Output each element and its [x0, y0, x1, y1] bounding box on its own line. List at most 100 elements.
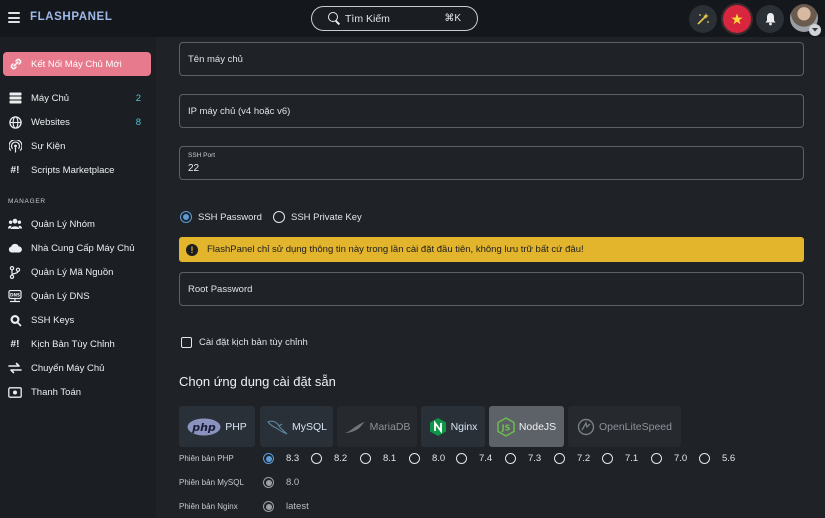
magic-wand-button[interactable]: [689, 5, 717, 33]
radio-selected[interactable]: [263, 501, 274, 512]
warning-alert: ! FlashPanel chỉ sử dụng thông tin này t…: [179, 237, 804, 262]
mariadb-seal-logo: [344, 419, 366, 435]
radio-unselected[interactable]: [699, 453, 710, 464]
magic-wand-icon: [697, 13, 709, 25]
sidebar-item-billing[interactable]: Thanh Toán: [0, 382, 156, 402]
radio-selected[interactable]: [263, 453, 274, 464]
sidebar-item-servers[interactable]: Máy Chủ 2: [0, 88, 156, 108]
app-openlitespeed-button[interactable]: OpenLiteSpeed: [568, 406, 681, 447]
sidebar-item-providers[interactable]: Nhà Cung Cấp Máy Chủ: [0, 238, 156, 258]
php-version-option[interactable]: 8.3: [263, 453, 299, 464]
app-mysql-button[interactable]: MySQL: [260, 406, 333, 447]
language-button[interactable]: [723, 5, 751, 33]
sidebar-item-websites[interactable]: Websites 8: [0, 112, 156, 132]
version-value: 7.4: [479, 453, 493, 464]
php-version-option[interactable]: 8.1: [360, 453, 396, 464]
version-value: 7.1: [625, 453, 639, 464]
php-version-option[interactable]: 7.4: [456, 453, 492, 464]
git-branch-icon: [8, 265, 22, 279]
dns-icon: DNS: [8, 289, 22, 303]
menu-icon[interactable]: [8, 12, 20, 23]
radio-selected[interactable]: [180, 211, 192, 223]
main-content: Tên máy chủ IP máy chủ (v4 hoặc v6) SSH …: [156, 37, 825, 518]
app-php-button[interactable]: php PHP: [179, 406, 255, 447]
version-value: 7.2: [577, 453, 591, 464]
vietnam-flag-icon: [731, 13, 743, 25]
apps-section-title: Chọn ứng dụng cài đặt sẵn: [179, 374, 336, 389]
link-icon: [9, 57, 23, 71]
svg-text:JS: JS: [500, 423, 510, 432]
openlitespeed-logo: [577, 418, 595, 436]
mysql-dolphin-logo: [266, 418, 288, 436]
ssh-password-option[interactable]: SSH Password: [180, 211, 262, 223]
radio-unselected[interactable]: [456, 453, 467, 464]
ssh-private-key-option[interactable]: SSH Private Key: [273, 211, 362, 223]
sidebar-item-custom-scripts[interactable]: #! Kịch Bản Tùy Chỉnh: [0, 334, 156, 354]
transfer-icon: [8, 361, 22, 375]
custom-install-label: Cài đặt kịch bản tùy chỉnh: [199, 337, 308, 348]
php-version-option[interactable]: 7.2: [554, 453, 590, 464]
notifications-button[interactable]: [756, 5, 784, 33]
php-version-option[interactable]: 7.3: [505, 453, 541, 464]
sidebar-item-label: Quản Lý Mã Nguồn: [31, 266, 114, 278]
php-version-option[interactable]: 8.2: [311, 453, 347, 464]
radio-selected[interactable]: [263, 477, 274, 488]
radio-unselected[interactable]: [554, 453, 565, 464]
custom-install-option[interactable]: Cài đặt kịch bản tùy chỉnh: [181, 337, 308, 348]
version-value: 8.3: [286, 453, 300, 464]
search-shortcut: ⌘K: [444, 13, 461, 24]
ssh-port-field[interactable]: SSH Port 22: [179, 146, 804, 180]
custom-install-checkbox[interactable]: [181, 337, 192, 348]
root-password-field[interactable]: Root Password: [179, 272, 804, 306]
radio-unselected[interactable]: [273, 211, 285, 223]
sidebar-item-label: Chuyển Máy Chủ: [31, 362, 105, 374]
version-value: 7.3: [528, 453, 542, 464]
bell-icon: [765, 13, 775, 26]
chevron-down-icon[interactable]: [809, 24, 821, 36]
radio-unselected[interactable]: [360, 453, 371, 464]
manager-section-label: MANAGER: [8, 198, 46, 205]
svg-text:DNS: DNS: [10, 292, 20, 297]
billing-icon: [8, 385, 22, 399]
version-value: 8.1: [383, 453, 397, 464]
radio-unselected[interactable]: [651, 453, 662, 464]
ssh-password-label: SSH Password: [198, 211, 262, 223]
sidebar-item-label: Quản Lý DNS: [31, 290, 90, 302]
app-label: OpenLiteSpeed: [599, 420, 672, 433]
radio-unselected[interactable]: [505, 453, 516, 464]
app-mariadb-button[interactable]: MariaDB: [337, 406, 417, 447]
sidebar-item-source-control[interactable]: Quản Lý Mã Nguồn: [0, 262, 156, 282]
brand-logo[interactable]: FLASHPANEL: [30, 11, 112, 23]
sidebar-item-team[interactable]: Quản Lý Nhóm: [0, 214, 156, 234]
radio-unselected[interactable]: [602, 453, 613, 464]
php-version-option[interactable]: 8.0: [409, 453, 445, 464]
radio-unselected[interactable]: [311, 453, 322, 464]
search-input[interactable]: Tìm Kiếm ⌘K: [311, 6, 478, 31]
server-ip-field[interactable]: IP máy chủ (v4 hoặc v6): [179, 94, 804, 128]
warning-text: FlashPanel chỉ sử dụng thông tin này tro…: [207, 244, 584, 255]
sidebar-item-label: Nhà Cung Cấp Máy Chủ: [31, 242, 135, 254]
app-nodejs-button[interactable]: JS NodeJS: [489, 406, 564, 447]
website-count-badge: 8: [135, 116, 141, 128]
app-nginx-button[interactable]: Nginx: [421, 406, 485, 447]
php-version-option[interactable]: 5.6: [699, 453, 735, 464]
php-version-option[interactable]: 7.0: [651, 453, 687, 464]
sidebar-item-events[interactable]: Sự Kiện: [0, 136, 156, 156]
connect-new-server-button[interactable]: Kết Nối Máy Chủ Mới: [3, 52, 151, 76]
sidebar-item-label: Thanh Toán: [31, 386, 82, 398]
radio-unselected[interactable]: [409, 453, 420, 464]
sidebar-item-ssh-keys[interactable]: SSH Keys: [0, 310, 156, 330]
mysql-version-option[interactable]: 8.0: [263, 477, 299, 488]
sidebar-item-server-transfer[interactable]: Chuyển Máy Chủ: [0, 358, 156, 378]
version-value: 5.6: [722, 453, 736, 464]
cloud-icon: [8, 241, 22, 255]
nginx-version-option[interactable]: latest: [263, 501, 309, 512]
connect-new-server-label: Kết Nối Máy Chủ Mới: [31, 58, 122, 70]
sidebar-item-dns[interactable]: DNS Quản Lý DNS: [0, 286, 156, 306]
sidebar-item-scripts-marketplace[interactable]: #! Scripts Marketplace: [0, 160, 156, 180]
php-version-option[interactable]: 7.1: [602, 453, 638, 464]
ssh-port-value: 22: [188, 163, 200, 174]
server-name-field[interactable]: Tên máy chủ: [179, 42, 804, 76]
hashbang-icon: #!: [10, 338, 20, 350]
svg-text:php: php: [191, 420, 216, 433]
